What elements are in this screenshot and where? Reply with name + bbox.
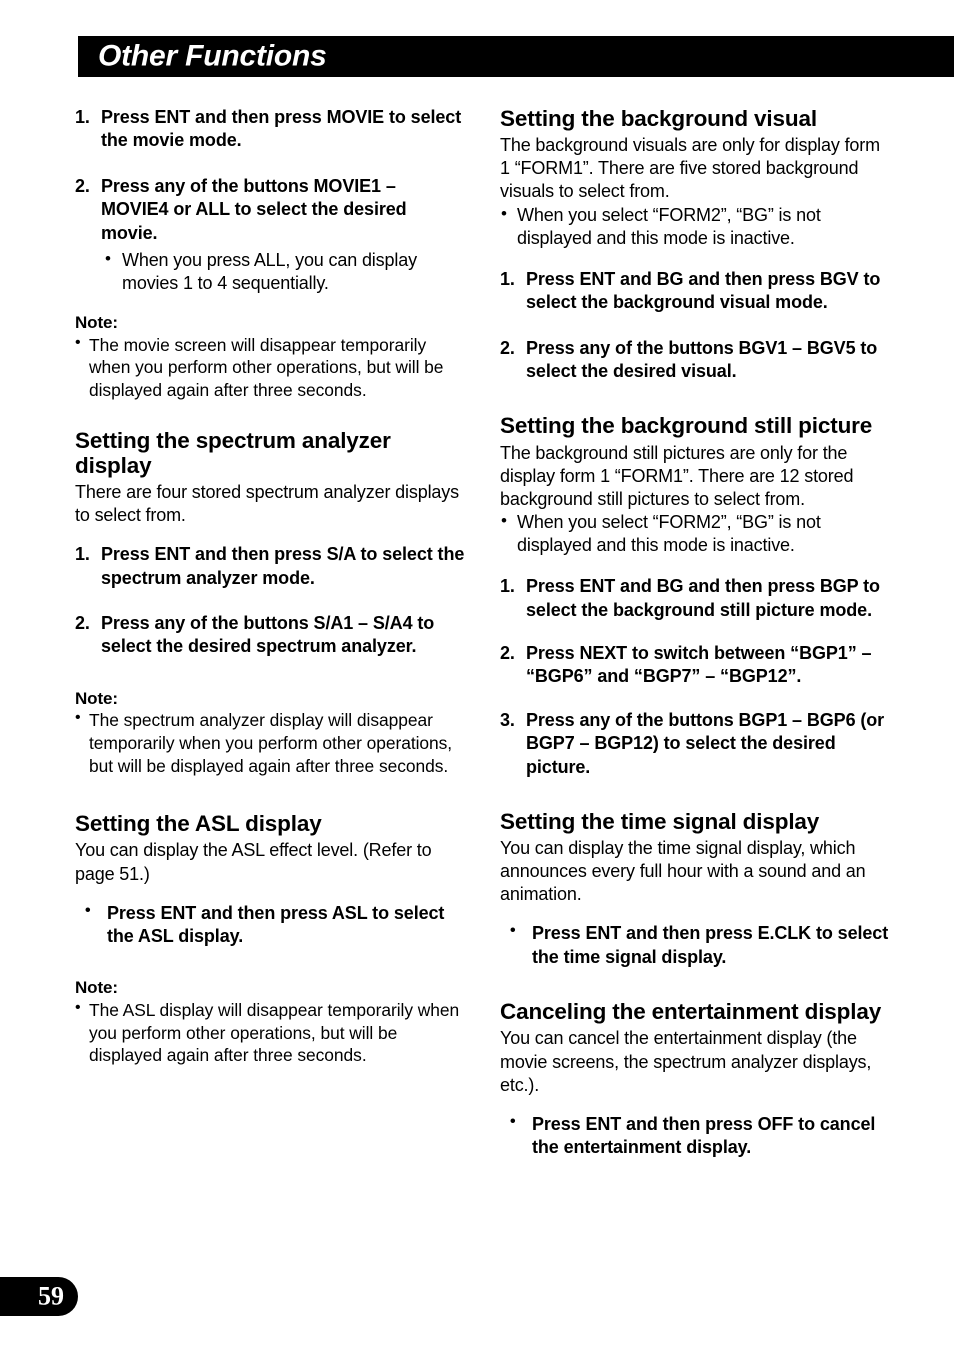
bold-bullet-text: Press ENT and then press ASL to select t… [107,902,445,947]
note-label: Note: [75,688,118,708]
section-intro: The background visuals are only for disp… [500,135,880,202]
step-text: Press ENT and BG and then press BGP to s… [526,576,880,620]
section-heading-background-visual: Setting the background visual [500,106,817,131]
page-title: Other Functions [98,38,327,72]
step-item: 1. Press ENT and then press MOVIE to sele… [75,106,467,153]
section-intro: You can display the ASL effect level. (R… [75,840,432,884]
sub-bullet-item: • When you press ALL, you can display mov… [75,249,467,295]
page-header-bar: Other Functions [78,36,954,77]
step-number: 1. [500,268,515,289]
document-page: Other Functions 1. Press ENT and then pre… [0,0,954,1355]
step-number: 1. [75,107,90,127]
step-text: Press ENT and BG and then press BGV to s… [526,268,881,313]
plain-bullet-text: When you select “FORM2”, “BG” is not dis… [517,204,821,248]
bullet-dot-icon: • [75,333,81,351]
plain-bullet-item: • When you select “FORM2”, “BG” is not di… [500,511,892,557]
bullet-dot-icon: • [501,510,507,530]
note-item: • The movie screen will disappear tempora… [75,334,467,402]
bullet-dot-icon: • [510,1112,516,1130]
step-number: 1. [500,576,515,597]
step-number: 1. [75,544,90,565]
step-text: Press any of the buttons BGV1 – BGV5 to … [526,337,878,381]
step-number: 2. [75,175,90,196]
bullet-dot-icon: • [75,999,81,1016]
step-text: Press NEXT to switch between “BGP1” – “B… [526,642,872,687]
note-label: Note: [75,978,118,998]
left-column: 1. Press ENT and then press MOVIE to sele… [75,106,467,1067]
step-item: 2. Press any of the buttons BGV1 – BGV5 t… [500,337,892,384]
section-intro: You can display the time signal display,… [500,838,866,905]
plain-bullet-text: When you select “FORM2”, “BG” is not dis… [517,511,821,556]
step-number: 2. [500,642,515,663]
step-item: 1. Press ENT and BG and then press BGV to… [500,268,892,315]
page-number: 59 [38,1280,64,1310]
bold-bullet-item: • Press ENT and then press E.CLK to selec… [500,922,892,969]
bold-bullet-text: Press ENT and then press E.CLK to select… [532,923,889,967]
page-number-tab: 59 [0,1277,78,1316]
section-intro: The background still pictures are only f… [500,442,854,509]
note-text: The movie screen will disappear temporar… [89,334,444,400]
step-item: 1. Press ENT and BG and then press BGP to… [500,575,892,622]
section-intro: You can cancel the entertainment display… [500,1028,872,1095]
section-heading-background-still: Setting the background still picture [500,413,873,439]
note-text: The spectrum analyzer display will disap… [89,710,453,776]
step-number: 2. [500,337,515,358]
section-heading-spectrum: Setting the spectrum analyzer display [75,427,391,478]
bold-bullet-item: • Press ENT and then press OFF to cancel … [500,1113,892,1160]
bullet-dot-icon: • [85,901,91,919]
bold-bullet-item: • Press ENT and then press ASL to select … [75,902,467,949]
step-item: 2. Press NEXT to switch between “BGP1” – … [500,642,892,689]
bullet-dot-icon: • [501,203,507,223]
section-intro: There are four stored spectrum analyzer … [75,482,459,526]
plain-bullet-item: • When you select “FORM2”, “BG” is not di… [500,204,892,250]
bold-bullet-text: Press ENT and then press OFF to cancel t… [532,1113,876,1158]
note-item: • The spectrum analyzer display will disa… [75,709,467,777]
section-heading-cancel-entertainment: Canceling the entertainment display [500,999,882,1025]
right-column: Setting the background visual The backgr… [500,106,892,1160]
step-item: 1. Press ENT and then press S/A to select… [75,543,467,590]
sub-bullet-text: When you press ALL, you can display movi… [122,249,417,294]
note-item: • The ASL display will disappear temporar… [75,999,467,1067]
bullet-dot-icon: • [105,248,111,268]
step-text: Press any of the buttons BGP1 – BGP6 (or… [526,709,885,777]
section-heading-asl: Setting the ASL display [75,811,322,837]
section-heading-time-signal: Setting the time signal display [500,808,820,834]
note-label: Note: [75,313,118,333]
bullet-dot-icon: • [75,709,81,727]
bullet-dot-icon: • [510,922,516,940]
step-item: 2. Press any of the buttons S/A1 – S/A4 t… [75,612,467,659]
step-item: 3. Press any of the buttons BGP1 – BGP6 (… [500,709,892,779]
step-text: Press any of the buttons S/A1 – S/A4 to … [101,613,435,657]
step-item: 2. Press any of the buttons MOVIE1 – MOVI… [75,175,467,245]
step-number: 3. [500,709,515,730]
note-text: The ASL display will disappear temporari… [89,1000,460,1066]
step-text: Press ENT and then press S/A to select t… [101,544,465,588]
step-text: Press ENT and then press MOVIE to select… [101,107,462,151]
step-text: Press any of the buttons MOVIE1 – MOVIE4… [101,175,407,243]
step-number: 2. [75,613,90,634]
